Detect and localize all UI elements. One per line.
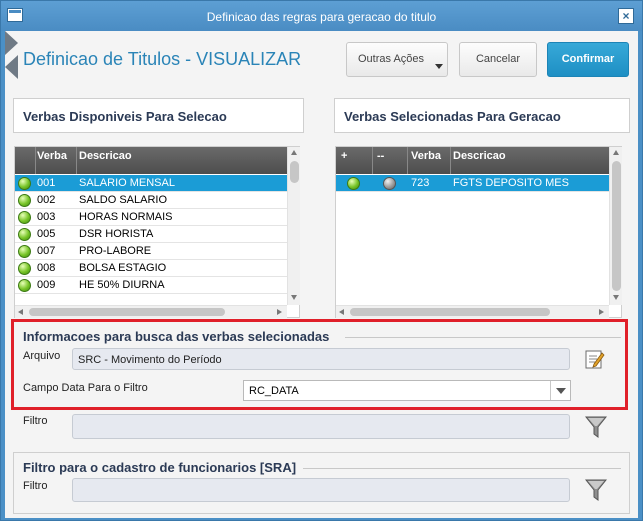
horizontal-scrollbar[interactable] [15, 305, 287, 318]
column-verba[interactable]: Verba [37, 150, 67, 162]
outras-acoes-label: Outras Ações [358, 53, 425, 65]
page-title: Definicao de Titulos - VISUALIZAR [23, 49, 302, 69]
cell-descricao: DSR HORISTA [79, 228, 154, 240]
available-verbas-grid[interactable]: Verba Descricao 001 SALARIO MENSAL 002 SALD… [14, 146, 300, 318]
move-left-arrow-icon[interactable] [5, 55, 18, 79]
close-button[interactable]: × [618, 8, 634, 24]
cadastro-filtro-label: Filtro [23, 480, 48, 492]
available-verbas-title: Verbas Disponiveis Para Selecao [13, 98, 304, 133]
horizontal-scrollbar[interactable] [336, 305, 609, 318]
cell-verba: 005 [37, 228, 56, 240]
cell-descricao: SALDO SALARIO [79, 194, 168, 206]
dialog-window: Definicao das regras para geracao do tit… [0, 0, 643, 521]
status-gray-icon[interactable] [383, 177, 396, 190]
column-remove[interactable]: -- [377, 150, 384, 162]
vertical-scrollbar[interactable] [287, 147, 300, 305]
outras-acoes-button[interactable]: Outras Ações [346, 42, 448, 77]
table-row[interactable]: 723 FGTS DEPOSITO MES [336, 175, 609, 192]
status-green-icon [18, 177, 31, 190]
highlight-box [11, 319, 628, 410]
table-row[interactable]: 002 SALDO SALARIO [15, 192, 287, 209]
table-row[interactable]: 005 DSR HORISTA [15, 226, 287, 243]
status-green-icon [18, 228, 31, 241]
cell-verba: 008 [37, 262, 56, 274]
table-row[interactable]: 007 PRO-LABORE [15, 243, 287, 260]
grid-header: Verba Descricao [15, 147, 287, 174]
vertical-scrollbar[interactable] [609, 147, 622, 305]
cell-verba: 001 [37, 177, 56, 189]
column-descricao[interactable]: Descricao [453, 150, 506, 162]
window-title: Definicao das regras para geracao do tit… [206, 10, 437, 24]
cell-verba: 009 [37, 279, 56, 291]
cell-descricao: HE 50% DIURNA [79, 279, 165, 291]
cadastro-group-title: Filtro para o cadastro de funcionarios [… [23, 460, 297, 475]
confirm-button[interactable]: Confirmar [547, 42, 629, 77]
cadastro-filtro-field[interactable] [72, 478, 570, 502]
cell-descricao: HORAS NORMAIS [79, 211, 173, 223]
filtro-label: Filtro [23, 415, 48, 427]
cell-descricao: FGTS DEPOSITO MES [453, 177, 569, 189]
status-green-icon [18, 194, 31, 207]
selected-verbas-title: Verbas Selecionadas Para Geracao [334, 98, 630, 133]
column-add[interactable]: + [341, 150, 347, 162]
cell-descricao: SALARIO MENSAL [79, 177, 175, 189]
column-descricao[interactable]: Descricao [79, 150, 132, 162]
chevron-down-icon [435, 64, 443, 69]
grid-header: + -- Verba Descricao [336, 147, 609, 174]
title-bar[interactable]: Definicao das regras para geracao do tit… [1, 1, 642, 31]
cell-verba: 002 [37, 194, 56, 206]
cell-verba: 003 [37, 211, 56, 223]
status-green-icon [18, 245, 31, 258]
status-green-icon [18, 262, 31, 275]
table-row[interactable]: 003 HORAS NORMAIS [15, 209, 287, 226]
dialog-body: Definicao de Titulos - VISUALIZAR Outras… [5, 31, 638, 518]
cancel-button[interactable]: Cancelar [459, 42, 537, 77]
filter-icon[interactable] [585, 415, 607, 439]
filter-icon[interactable] [585, 478, 607, 502]
table-row[interactable]: 001 SALARIO MENSAL [15, 175, 287, 192]
filtro-field[interactable] [72, 414, 570, 439]
column-verba[interactable]: Verba [411, 150, 441, 162]
status-green-icon[interactable] [347, 177, 360, 190]
cell-descricao: BOLSA ESTAGIO [79, 262, 167, 274]
cell-verba: 723 [411, 177, 430, 189]
table-row[interactable]: 008 BOLSA ESTAGIO [15, 260, 287, 277]
selected-verbas-grid[interactable]: + -- Verba Descricao 723 FGTS DEPOSITO ME… [335, 146, 622, 318]
status-green-icon [18, 279, 31, 292]
move-right-arrow-icon[interactable] [5, 31, 18, 55]
table-row[interactable]: 009 HE 50% DIURNA [15, 277, 287, 294]
status-green-icon [18, 211, 31, 224]
cell-descricao: PRO-LABORE [79, 245, 152, 257]
cell-verba: 007 [37, 245, 56, 257]
